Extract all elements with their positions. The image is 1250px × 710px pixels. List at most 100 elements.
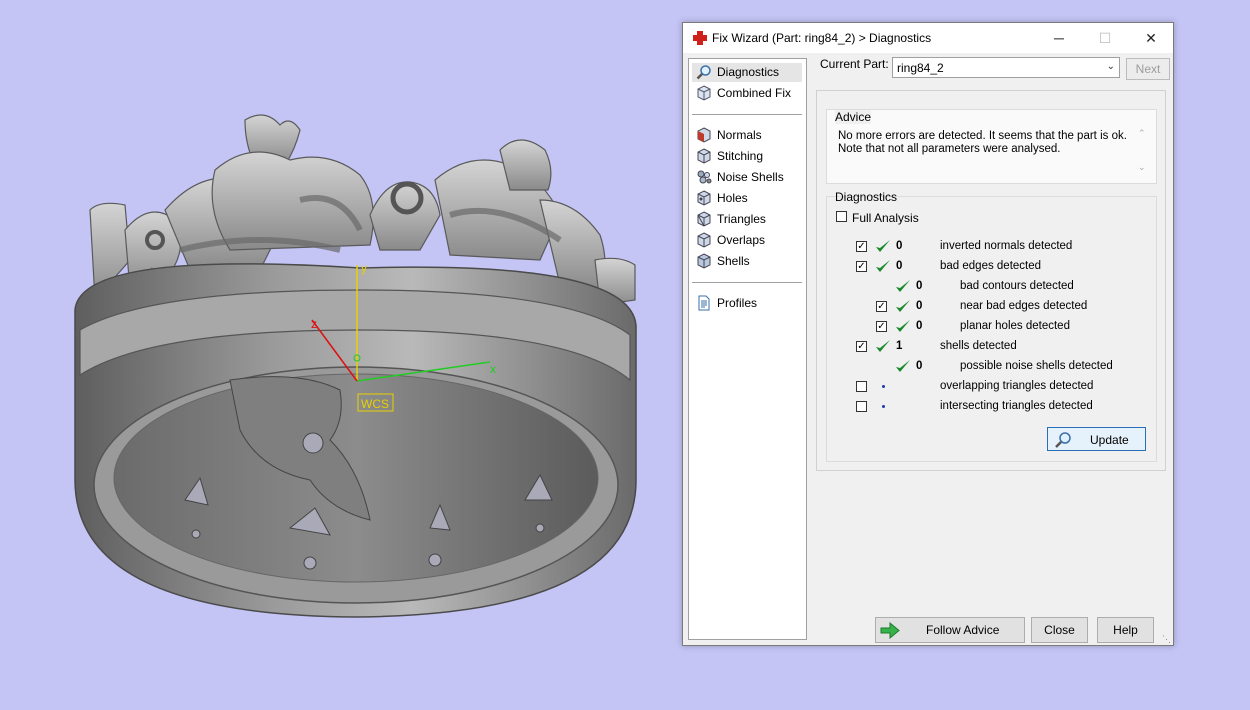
nav-label: Normals (717, 128, 762, 142)
row-count: 0 (916, 320, 923, 332)
row-count: 0 (896, 240, 903, 252)
resize-grip-icon[interactable]: ⋱ (1162, 634, 1172, 644)
nav-item-shells[interactable]: Shells (692, 252, 802, 271)
follow-advice-button[interactable]: Follow Advice (875, 617, 1025, 643)
advice-line: Note that not all parameters were analys… (838, 143, 1061, 155)
full-analysis-label: Full Analysis (852, 211, 919, 225)
row-count: 0 (916, 360, 923, 372)
row-label: planar holes detected (960, 320, 1070, 332)
current-part-select[interactable]: ring84_2 ⌄ (892, 57, 1120, 78)
nav-item-noise-shells[interactable]: Noise Shells (692, 168, 802, 187)
x-axis-label: x (490, 362, 496, 376)
green-check-icon (876, 340, 890, 352)
green-check-icon (896, 320, 910, 332)
z-axis-label: z (311, 317, 317, 331)
advice-scrollbar[interactable]: ⌃ ⌄ (1136, 128, 1148, 176)
row-count: 0 (916, 300, 923, 312)
row-checkbox[interactable]: ✓ (876, 301, 887, 312)
triangles-cube-icon (697, 211, 711, 227)
row-label: intersecting triangles detected (940, 400, 1093, 412)
update-button[interactable]: Update (1047, 427, 1146, 451)
nav-item-combined-fix[interactable]: Combined Fix (692, 84, 802, 103)
row-label: overlapping triangles detected (940, 380, 1094, 392)
nav-item-overlaps[interactable]: Overlaps (692, 231, 802, 250)
scroll-down-icon: ⌄ (1138, 162, 1146, 172)
current-part-value: ring84_2 (897, 61, 944, 75)
status-dot-icon (882, 405, 885, 408)
wcs-label: WCS (361, 397, 389, 411)
3d-viewport[interactable]: y x z WCS (0, 0, 680, 707)
magnifier-icon (1055, 432, 1071, 448)
row-count: 0 (916, 280, 923, 292)
green-check-icon (876, 260, 890, 272)
advice-text: No more errors are detected. It seems th… (838, 130, 1128, 156)
row-label: bad contours detected (960, 280, 1074, 292)
nav-label: Combined Fix (717, 86, 792, 100)
row-count: 1 (896, 340, 903, 352)
minimize-button[interactable]: ─ (1036, 23, 1082, 53)
green-check-icon (896, 280, 910, 292)
stitching-cube-icon (697, 148, 711, 164)
nav-item-profiles[interactable]: Profiles (692, 294, 802, 313)
maximize-button[interactable]: ☐ (1082, 23, 1128, 53)
nav-label: Profiles (717, 296, 758, 310)
green-check-icon (896, 300, 910, 312)
close-button[interactable]: Close (1031, 617, 1088, 643)
nav-divider (692, 114, 802, 115)
magnifier-icon (696, 65, 711, 80)
nav-item-normals[interactable]: Normals (692, 126, 802, 145)
nav-divider (692, 282, 802, 283)
shells-cube-icon (697, 253, 711, 269)
nav-label: Stitching (717, 149, 764, 163)
cube-icon (697, 85, 711, 101)
nav-label: Overlaps (717, 233, 766, 247)
current-part-label: Current Part: (820, 57, 889, 71)
title-bar[interactable]: Fix Wizard (Part: ring84_2) > Diagnostic… (683, 23, 1173, 53)
window-title: Fix Wizard (Part: ring84_2) > Diagnostic… (712, 31, 932, 45)
noise-shells-icon (697, 170, 712, 184)
update-label: Update (1090, 433, 1129, 447)
nav-item-triangles[interactable]: Triangles (692, 210, 802, 229)
document-icon (698, 295, 710, 311)
nav-label: Triangles (717, 212, 766, 226)
full-analysis-checkbox[interactable] (836, 211, 847, 222)
nav-label: Shells (717, 254, 750, 268)
chevron-down-icon: ⌄ (1106, 61, 1115, 72)
nav-label: Diagnostics (717, 65, 780, 79)
status-dot-icon (882, 385, 885, 388)
green-arrow-icon (880, 622, 900, 639)
row-label: possible noise shells detected (960, 360, 1113, 372)
y-axis-label: y (361, 261, 367, 275)
nav-label: Noise Shells (717, 170, 784, 184)
close-window-button[interactable]: ✕ (1128, 23, 1174, 53)
row-label: shells detected (940, 340, 1017, 352)
row-label: inverted normals detected (940, 240, 1073, 252)
scroll-up-icon: ⌃ (1138, 128, 1146, 138)
help-button[interactable]: Help (1097, 617, 1154, 643)
row-checkbox[interactable] (856, 401, 867, 412)
follow-advice-label: Follow Advice (926, 623, 1000, 637)
fix-nav-list: Diagnostics Combined Fix Normals Stitchi… (688, 58, 807, 640)
row-label: bad edges detected (940, 260, 1042, 272)
fix-wizard-dialog: Fix Wizard (Part: ring84_2) > Diagnostic… (682, 22, 1174, 646)
normals-cube-icon (697, 127, 711, 143)
advice-legend: Advice (835, 110, 872, 124)
row-checkbox[interactable]: ✓ (856, 261, 867, 272)
nav-item-diagnostics[interactable]: Diagnostics (692, 63, 802, 82)
row-checkbox[interactable]: ✓ (876, 321, 887, 332)
nav-label: Holes (717, 191, 748, 205)
nav-item-stitching[interactable]: Stitching (692, 147, 802, 166)
ring-model: y x z WCS (74, 114, 637, 618)
advice-line: No more errors are detected. It seems th… (838, 130, 1127, 142)
nav-item-holes[interactable]: Holes (692, 189, 802, 208)
green-check-icon (876, 240, 890, 252)
green-check-icon (896, 360, 910, 372)
next-button[interactable]: Next (1126, 58, 1170, 80)
row-checkbox[interactable]: ✓ (856, 241, 867, 252)
overlaps-cube-icon (697, 232, 711, 248)
row-checkbox[interactable]: ✓ (856, 341, 867, 352)
diagnostics-legend: Diagnostics (835, 190, 898, 204)
holes-cube-icon (697, 190, 711, 206)
red-cross-icon (693, 31, 707, 45)
row-checkbox[interactable] (856, 381, 867, 392)
